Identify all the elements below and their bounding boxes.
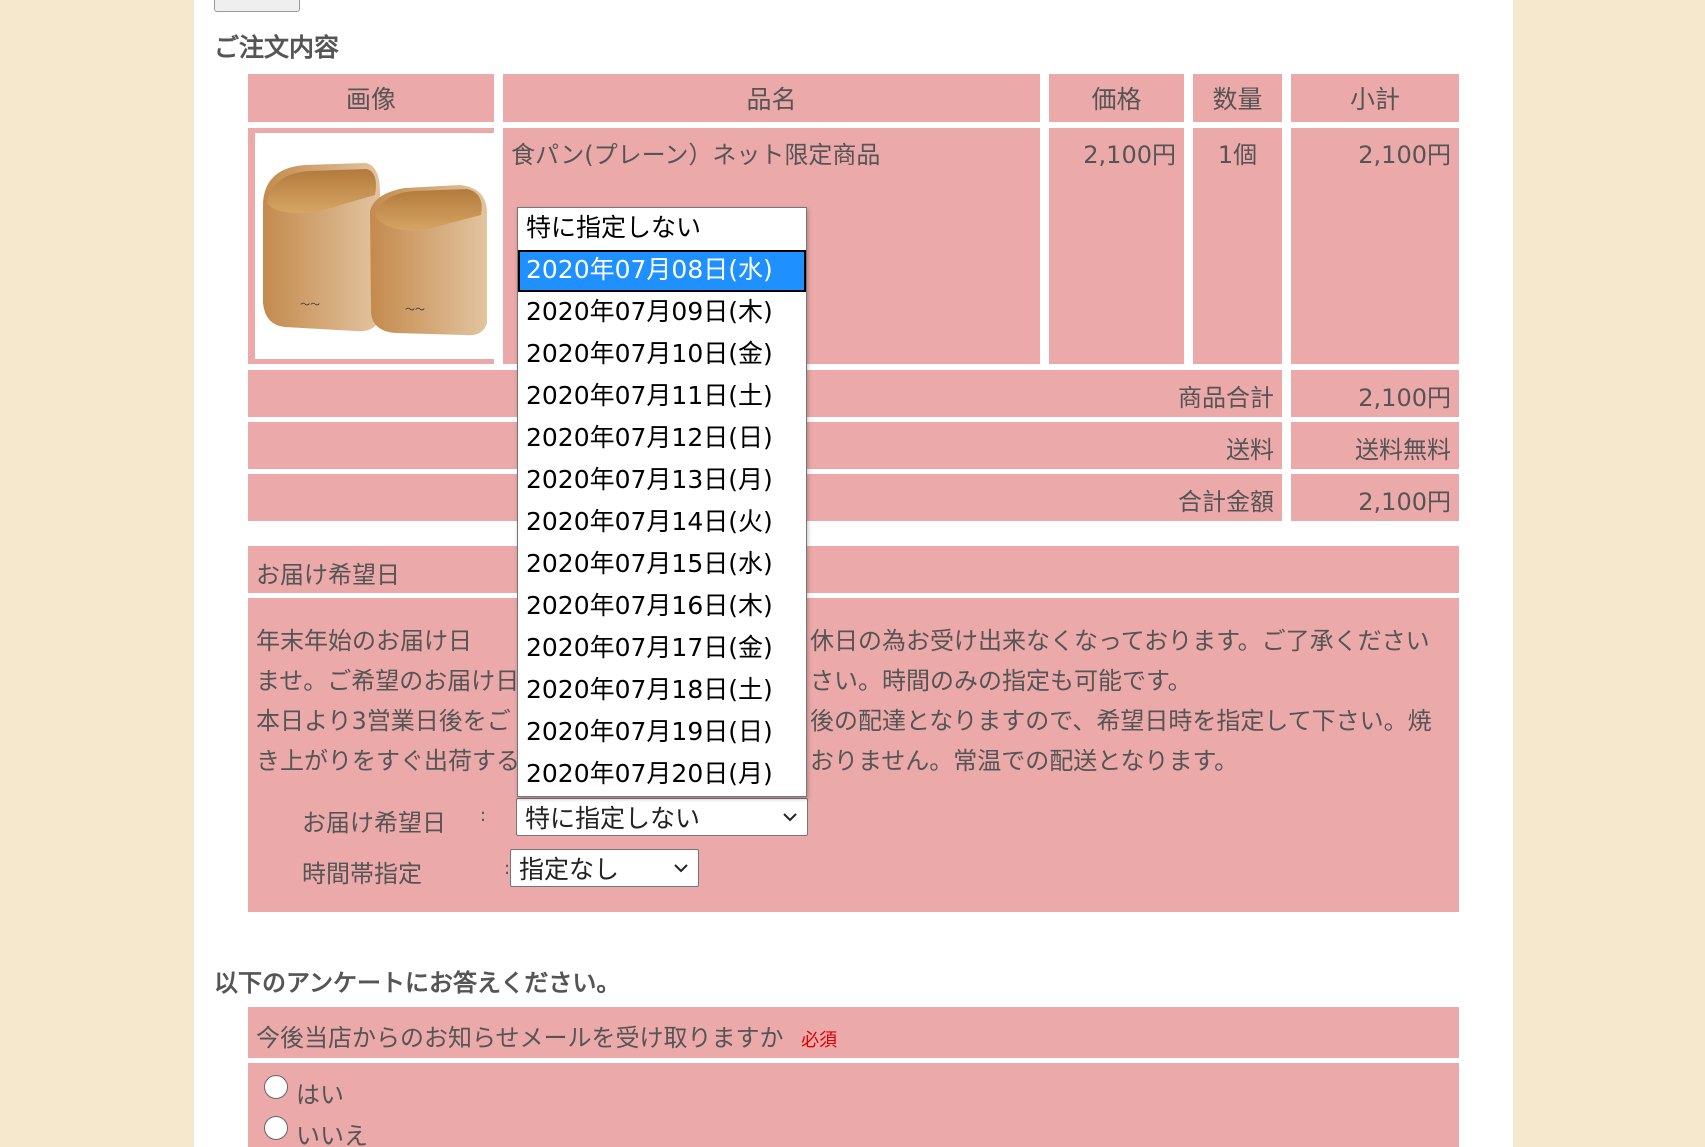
bread-icon: ～～ ～～ [263,163,487,336]
time-slot-value: 指定なし [519,855,620,884]
date-option[interactable]: 2020年07月11日(土) [518,376,806,418]
radio-yes-label: はい [296,1081,344,1109]
page-content: ご注文内容 画像 品名 価格 数量 小計 ～～ ～～ 食パン(プレーン）ネット限… [194,0,1513,1147]
date-option[interactable]: 2020年07月18日(土) [518,670,806,712]
date-option[interactable]: 特に指定しない [518,208,806,250]
header-subtotal: 小計 [1291,74,1459,122]
notice-line-4b: おりません。常温での配送となります。 [810,747,1239,775]
date-label: お届け希望日 [302,809,446,837]
notice-line-2b: さい。時間のみの指定も可能です。 [810,667,1192,695]
notice-line-1b: 休日の為お受け出来なくなっております。ご了承ください [810,627,1430,655]
item-qty: 1個 [1193,128,1282,364]
header-qty: 数量 [1193,74,1282,122]
date-option[interactable]: 2020年07月09日(木) [518,292,806,334]
totals-value-grand: 2,100円 [1291,474,1459,521]
date-option[interactable]: 2020年07月14日(火) [518,502,806,544]
survey-question: 今後当店からのお知らせメールを受け取りますか [256,1024,784,1052]
notice-line-4a: き上がりをすぐ出荷する [256,747,520,775]
date-option[interactable]: 2020年07月19日(日) [518,712,806,754]
delivery-date-value: 特に指定しない [525,804,701,833]
radio-no[interactable] [264,1116,288,1140]
required-badge: 必須 [801,1030,838,1051]
survey-options: はい いいえ [248,1063,1459,1147]
radio-no-label: いいえ [296,1122,368,1147]
survey-question-row: 今後当店からのお知らせメールを受け取りますか 必須 [248,1007,1459,1058]
time-slot-select[interactable]: 指定なし [510,849,699,887]
notice-line-3b: 後の配達となりますので、希望日時を指定して下さい。焼 [810,707,1432,735]
date-option[interactable]: 2020年07月12日(日) [518,418,806,460]
header-price: 価格 [1049,74,1184,122]
date-option[interactable]: 2020年07月15日(水) [518,544,806,586]
item-price: 2,100円 [1049,128,1184,364]
totals-value-shipping: 送料無料 [1291,422,1459,469]
date-option-highlighted[interactable]: 2020年07月08日(水) [518,250,806,292]
delivery-section-title: お届け希望日 [248,546,1459,593]
svg-text:～～: ～～ [300,300,320,311]
chevron-down-icon [674,864,688,873]
date-option[interactable]: 2020年07月16日(木) [518,586,806,628]
chevron-down-icon [783,813,797,822]
date-option[interactable]: 2020年07月17日(金) [518,628,806,670]
delivery-body: 年末年始のお届け日 休日の為お受け出来なくなっております。ご了承ください ませ。… [248,598,1459,912]
header-image: 画像 [248,74,494,122]
date-colon: : [480,805,487,826]
svg-text:～～: ～～ [405,305,425,316]
notice-line-2a: ませ。ご希望のお届け日 [256,667,520,695]
header-name: 品名 [503,74,1040,122]
bread-loaf-image: ～～ ～～ [255,133,495,359]
top-button[interactable] [214,0,300,12]
delivery-date-dropdown[interactable]: 特に指定しない 2020年07月08日(水) 2020年07月09日(木) 20… [517,207,807,797]
date-option[interactable]: 2020年07月13日(月) [518,460,806,502]
radio-yes[interactable] [264,1075,288,1099]
order-section-title: ご注文内容 [214,33,340,62]
time-label: 時間帯指定 [302,860,422,888]
date-option[interactable]: 2020年07月10日(金) [518,334,806,376]
notice-line-1a: 年末年始のお届け日 [256,627,472,655]
totals-value-goods: 2,100円 [1291,370,1459,417]
date-option[interactable]: 2020年07月20日(月) [518,754,806,796]
notice-line-3a: 本日より3営業日後をご [256,707,511,735]
survey-section-title: 以下のアンケートにお答えください。 [214,969,621,997]
delivery-date-select[interactable]: 特に指定しない [516,798,808,836]
item-subtotal: 2,100円 [1291,128,1459,364]
